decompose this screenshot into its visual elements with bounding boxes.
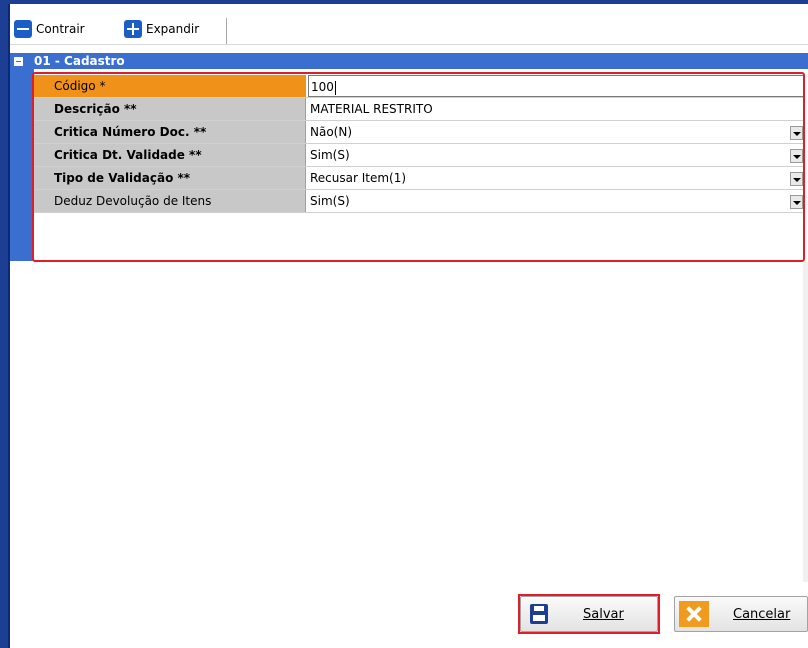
section-title: 01 - Cadastro <box>34 54 125 68</box>
tipo-validacao-select[interactable]: Recusar Item(1) <box>308 167 804 189</box>
critica-dt-validade-select[interactable]: Sim(S) <box>308 144 804 166</box>
scrollbar[interactable] <box>803 262 808 582</box>
section-side-strip <box>10 69 34 261</box>
close-icon <box>679 601 709 627</box>
field-value: Sim(S) <box>310 194 350 208</box>
expand-button[interactable]: Expandir <box>124 18 199 40</box>
field-value: Não(N) <box>310 125 353 139</box>
descricao-input[interactable]: MATERIAL RESTRITO <box>308 98 804 120</box>
codigo-input[interactable]: 100 <box>308 75 804 97</box>
save-button[interactable]: Salvar <box>520 596 658 632</box>
plus-icon <box>124 20 142 38</box>
critica-numero-doc-select[interactable]: Não(N) <box>308 121 804 143</box>
field-value: 100 <box>311 80 334 94</box>
toolbar-separator <box>226 18 227 44</box>
chevron-down-icon[interactable] <box>790 195 803 209</box>
save-icon <box>530 604 548 624</box>
field-label: Deduz Devolução de Itens <box>34 190 306 212</box>
section-header[interactable]: 01 - Cadastro <box>10 53 808 69</box>
toolbar: Contrair Expandir <box>10 4 808 45</box>
field-label: Critica Número Doc. ** <box>34 121 306 143</box>
field-value: Sim(S) <box>310 148 350 162</box>
text-caret <box>334 80 336 95</box>
cancel-button[interactable]: Cancelar <box>674 596 808 632</box>
field-row-critica-dt-validade[interactable]: Critica Dt. Validade ** Sim(S) <box>34 144 804 167</box>
minus-icon <box>14 20 32 38</box>
field-row-descricao[interactable]: Descrição ** MATERIAL RESTRITO <box>34 98 804 121</box>
expand-label: Expandir <box>146 22 200 36</box>
deduz-devolucao-select[interactable]: Sim(S) <box>308 190 804 212</box>
field-label: Tipo de Validação ** <box>34 167 306 189</box>
collapse-label: Contrair <box>36 22 85 36</box>
cancel-label: Cancelar <box>733 607 791 622</box>
field-label: Código * <box>34 75 306 97</box>
field-row-deduz-devolucao[interactable]: Deduz Devolução de Itens Sim(S) <box>34 190 804 213</box>
save-label: Salvar <box>583 607 624 622</box>
chevron-down-icon[interactable] <box>790 126 803 140</box>
collapse-section-icon[interactable] <box>14 57 23 66</box>
field-row-tipo-validacao[interactable]: Tipo de Validação ** Recusar Item(1) <box>34 167 804 190</box>
field-label: Descrição ** <box>34 98 306 120</box>
field-value: Recusar Item(1) <box>310 171 407 185</box>
field-row-critica-numero-doc[interactable]: Critica Número Doc. ** Não(N) <box>34 121 804 144</box>
chevron-down-icon[interactable] <box>790 172 803 186</box>
collapse-button[interactable]: Contrair <box>14 18 85 40</box>
field-label: Critica Dt. Validade ** <box>34 144 306 166</box>
field-row-codigo[interactable]: Código * 100 <box>34 75 804 98</box>
chevron-down-icon[interactable] <box>790 149 803 163</box>
